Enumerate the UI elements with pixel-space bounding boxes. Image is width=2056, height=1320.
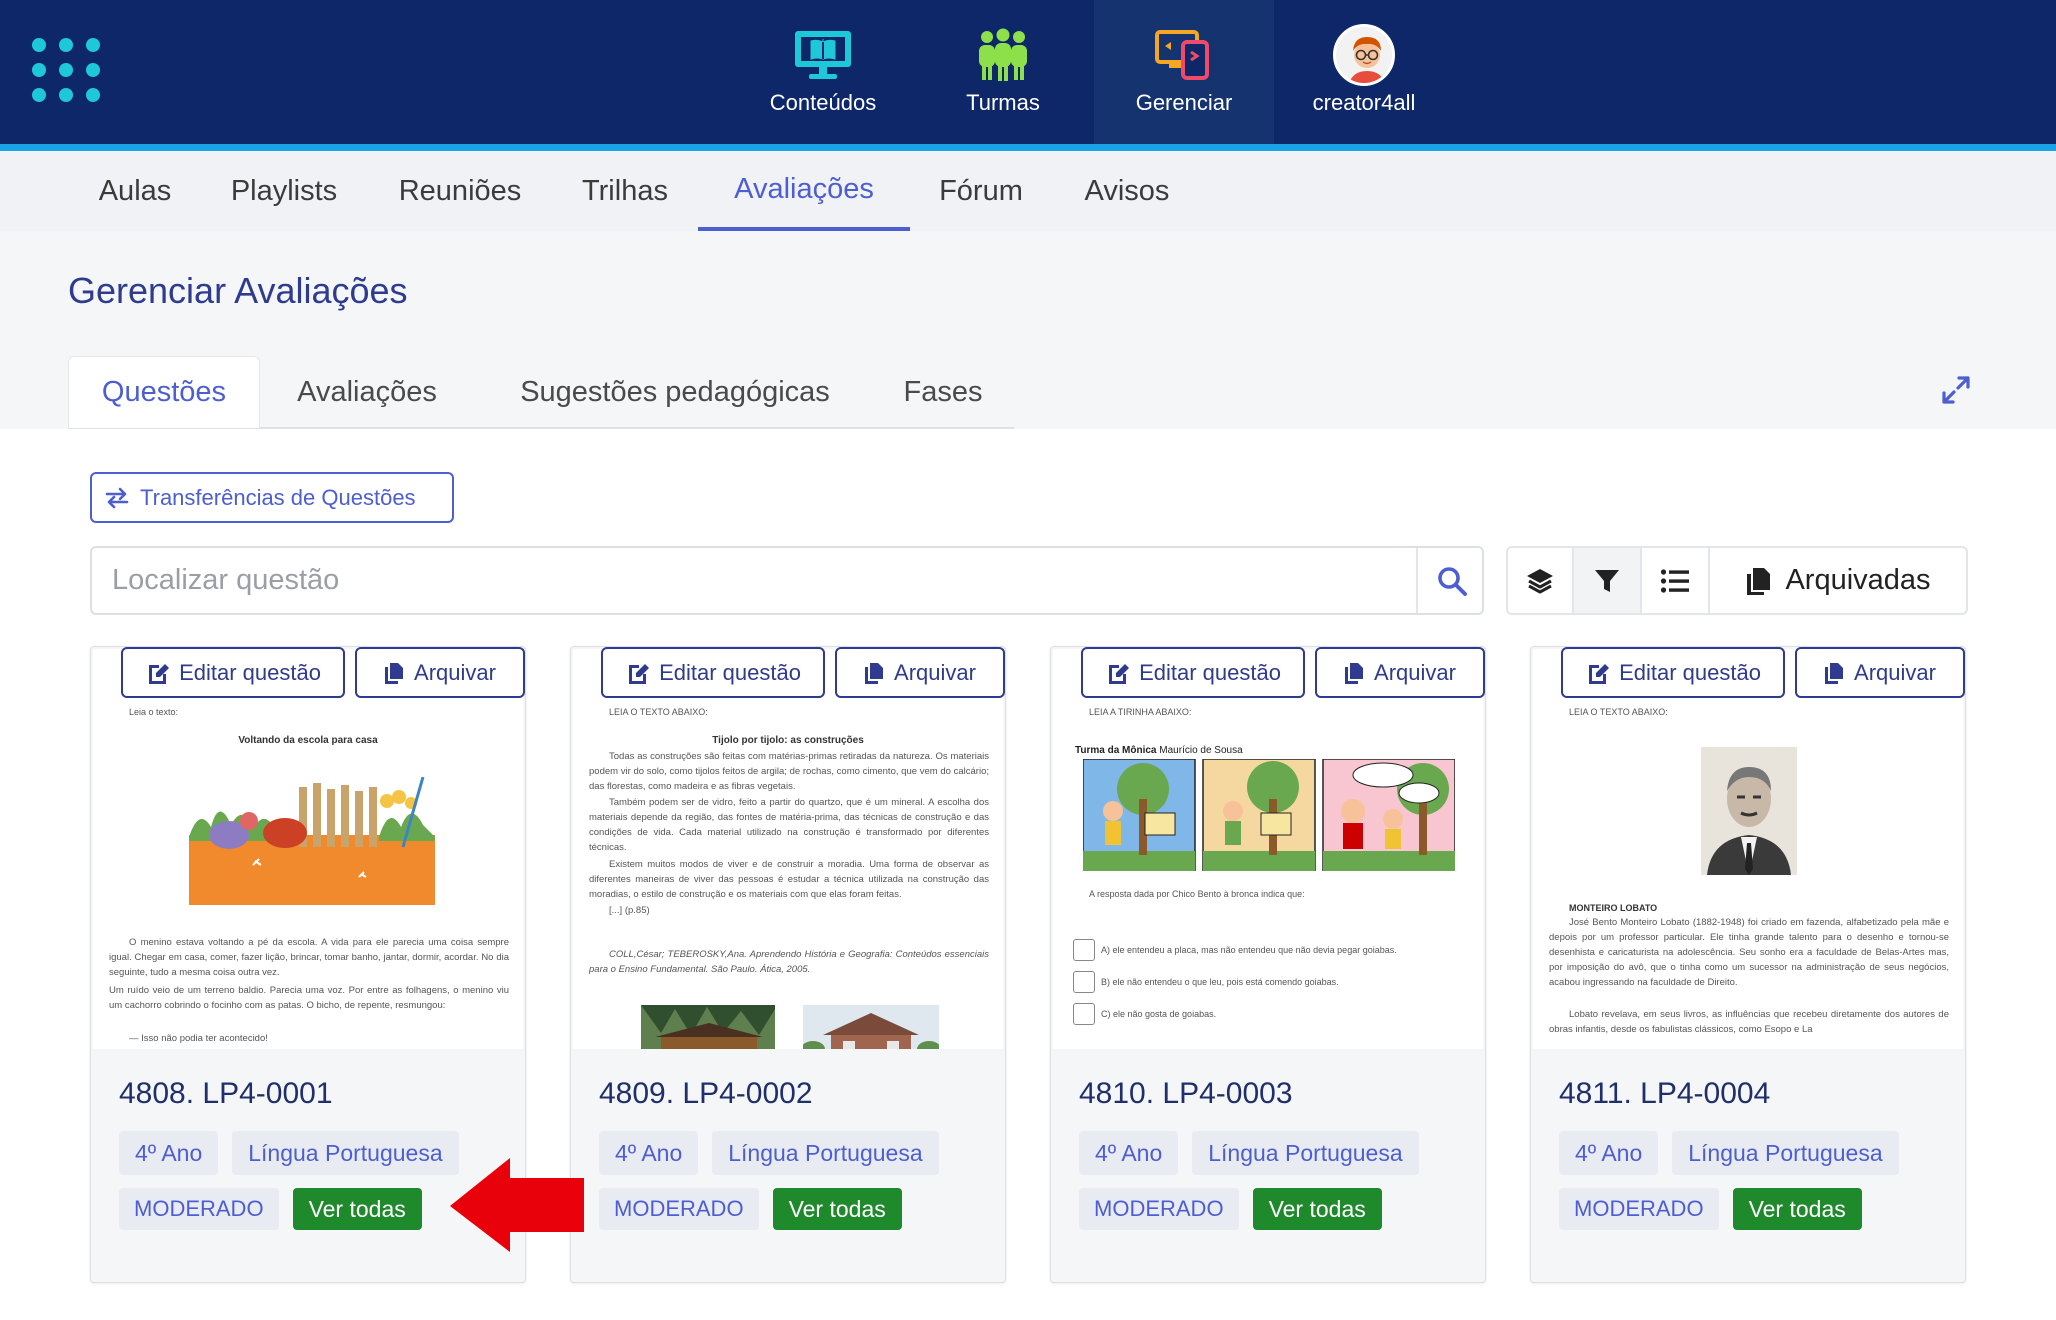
grade-badge: 4º Ano [119,1131,219,1175]
view-all-button[interactable]: Ver todas [772,1188,902,1230]
archive-button[interactable]: Arquivar [1315,647,1485,698]
subnav-forum[interactable]: Fórum [926,151,1036,231]
question-preview[interactable]: LEIA O TEXTO ABAIXO: MONTEIRO LOBATO Jos… [1533,649,1963,1049]
list-view-button[interactable] [1642,548,1710,613]
house-photo [641,1005,775,1049]
portrait-photo [1701,747,1797,880]
illustration-image [189,776,435,910]
swap-icon [105,487,129,508]
nav-label: creator4all [1312,90,1416,115]
apps-grid-icon[interactable] [32,38,100,102]
avatar [1333,24,1395,86]
copy-files-icon [1345,662,1364,684]
transfer-questions-label: Transferências de Questões [140,484,416,510]
filter-button[interactable] [1574,548,1642,613]
subnav-aulas[interactable]: Aulas [80,151,190,231]
search-bar [90,546,1484,615]
view-all-button[interactable]: Ver todas [1252,1188,1382,1230]
status-badge: MODERADO [1079,1188,1239,1230]
edit-question-button[interactable]: Editar questão [121,647,345,698]
comic-strip-image [1082,758,1456,876]
subnav-avisos[interactable]: Avisos [1070,151,1184,231]
search-button[interactable] [1422,550,1482,611]
monitor-icon [793,26,853,84]
copy-files-icon [1747,567,1771,595]
grade-badge: 4º Ano [1559,1131,1659,1175]
nav-turmas[interactable]: Turmas [913,0,1093,144]
nav-gerenciar[interactable]: Gerenciar [1094,0,1274,144]
edit-icon [149,663,170,684]
filter-icon [1595,569,1619,592]
question-code: 4811. LP4-0004 [1559,1077,1771,1110]
edit-icon [1589,663,1610,684]
view-all-button[interactable]: Ver todas [1732,1188,1862,1230]
archive-button[interactable]: Arquivar [355,647,525,698]
view-all-button[interactable]: Ver todas [292,1188,422,1230]
page-title: Gerenciar Avaliações [68,270,408,311]
nav-label: Conteúdos [769,90,877,115]
edit-icon [1109,663,1130,684]
archive-button[interactable]: Arquivar [835,647,1005,698]
grade-badge: 4º Ano [599,1131,699,1175]
top-navbar: Conteúdos Turmas Gerenciar creator4all [0,0,2056,144]
status-badge: MODERADO [119,1188,279,1230]
question-card[interactable]: LEIA A TIRINHA ABAIXO: Turma da Mônica M… [1050,646,1486,1283]
devices-icon [1155,26,1213,84]
archive-button[interactable]: Arquivar [1795,647,1965,698]
comic-caption: Turma da Mônica Maurício de Sousa [1075,745,1243,756]
subnav-reunioes[interactable]: Reuniões [378,151,542,231]
edit-icon [629,663,650,684]
answer-option: B) ele não entendeu o que leu, pois está… [1073,971,1339,993]
search-input[interactable] [94,550,1414,611]
answer-option: A) ele entendeu a placa, mas não entende… [1073,939,1397,961]
expand-icon[interactable] [1940,374,1972,406]
archived-button[interactable]: Arquivadas [1710,548,1966,613]
topbar-accent-line [0,144,2056,151]
view-toolbar: Arquivadas [1506,546,1968,615]
subject-badge: Língua Portuguesa [712,1131,939,1175]
copy-files-icon [1825,662,1844,684]
question-preview[interactable]: LEIA A TIRINHA ABAIXO: Turma da Mônica M… [1053,649,1483,1049]
nav-label: Gerenciar [1135,90,1233,115]
section-nav: Aulas Playlists Reuniões Trilhas Avaliaç… [0,151,2056,231]
edit-question-button[interactable]: Editar questão [1081,647,1305,698]
subnav-avaliacoes[interactable]: Avaliações [698,151,910,231]
copy-files-icon [385,662,404,684]
grade-badge: 4º Ano [1079,1131,1179,1175]
question-preview[interactable]: Leia o texto: Voltando da escola para ca… [93,649,523,1049]
subject-badge: Língua Portuguesa [232,1131,459,1175]
subnav-playlists[interactable]: Playlists [218,151,350,231]
transfer-questions-button[interactable]: Transferências de Questões [90,472,454,523]
status-badge: MODERADO [1559,1188,1719,1230]
question-card[interactable]: LEIA O TEXTO ABAIXO: MONTEIRO LOBATO Jos… [1530,646,1966,1283]
nav-conteudos[interactable]: Conteúdos [733,0,913,144]
question-code: 4808. LP4-0001 [119,1077,333,1110]
house-photo [801,1005,941,1049]
people-icon [974,26,1032,84]
question-code: 4809. LP4-0002 [599,1077,813,1110]
edit-question-button[interactable]: Editar questão [601,647,825,698]
layers-icon [1527,568,1553,593]
question-card[interactable]: Leia o texto: Voltando da escola para ca… [90,646,526,1283]
list-icon [1660,568,1689,593]
subject-badge: Língua Portuguesa [1672,1131,1899,1175]
tab-fases[interactable]: Fases [880,356,1006,428]
nav-label: Turmas [966,90,1040,115]
subnav-trilhas[interactable]: Trilhas [570,151,680,231]
tab-questoes[interactable]: Questões [68,356,260,428]
status-badge: MODERADO [599,1188,759,1230]
subject-badge: Língua Portuguesa [1192,1131,1419,1175]
answer-option: C) ele não gosta de goiabas. [1073,1003,1216,1025]
copy-files-icon [865,662,884,684]
layers-button[interactable] [1508,548,1574,613]
question-code: 4810. LP4-0003 [1079,1077,1293,1110]
tab-avaliacoes[interactable]: Avaliações [272,356,462,428]
archived-label: Arquivadas [1785,564,1931,596]
edit-question-button[interactable]: Editar questão [1561,647,1785,698]
tab-sugestoes-pedagogicas[interactable]: Sugestões pedagógicas [490,356,860,428]
nav-profile[interactable]: creator4all [1274,0,1454,144]
question-preview[interactable]: LEIA O TEXTO ABAIXO: Tijolo por tijolo: … [573,649,1003,1049]
search-icon [1438,566,1467,596]
question-card[interactable]: LEIA O TEXTO ABAIXO: Tijolo por tijolo: … [570,646,1006,1283]
